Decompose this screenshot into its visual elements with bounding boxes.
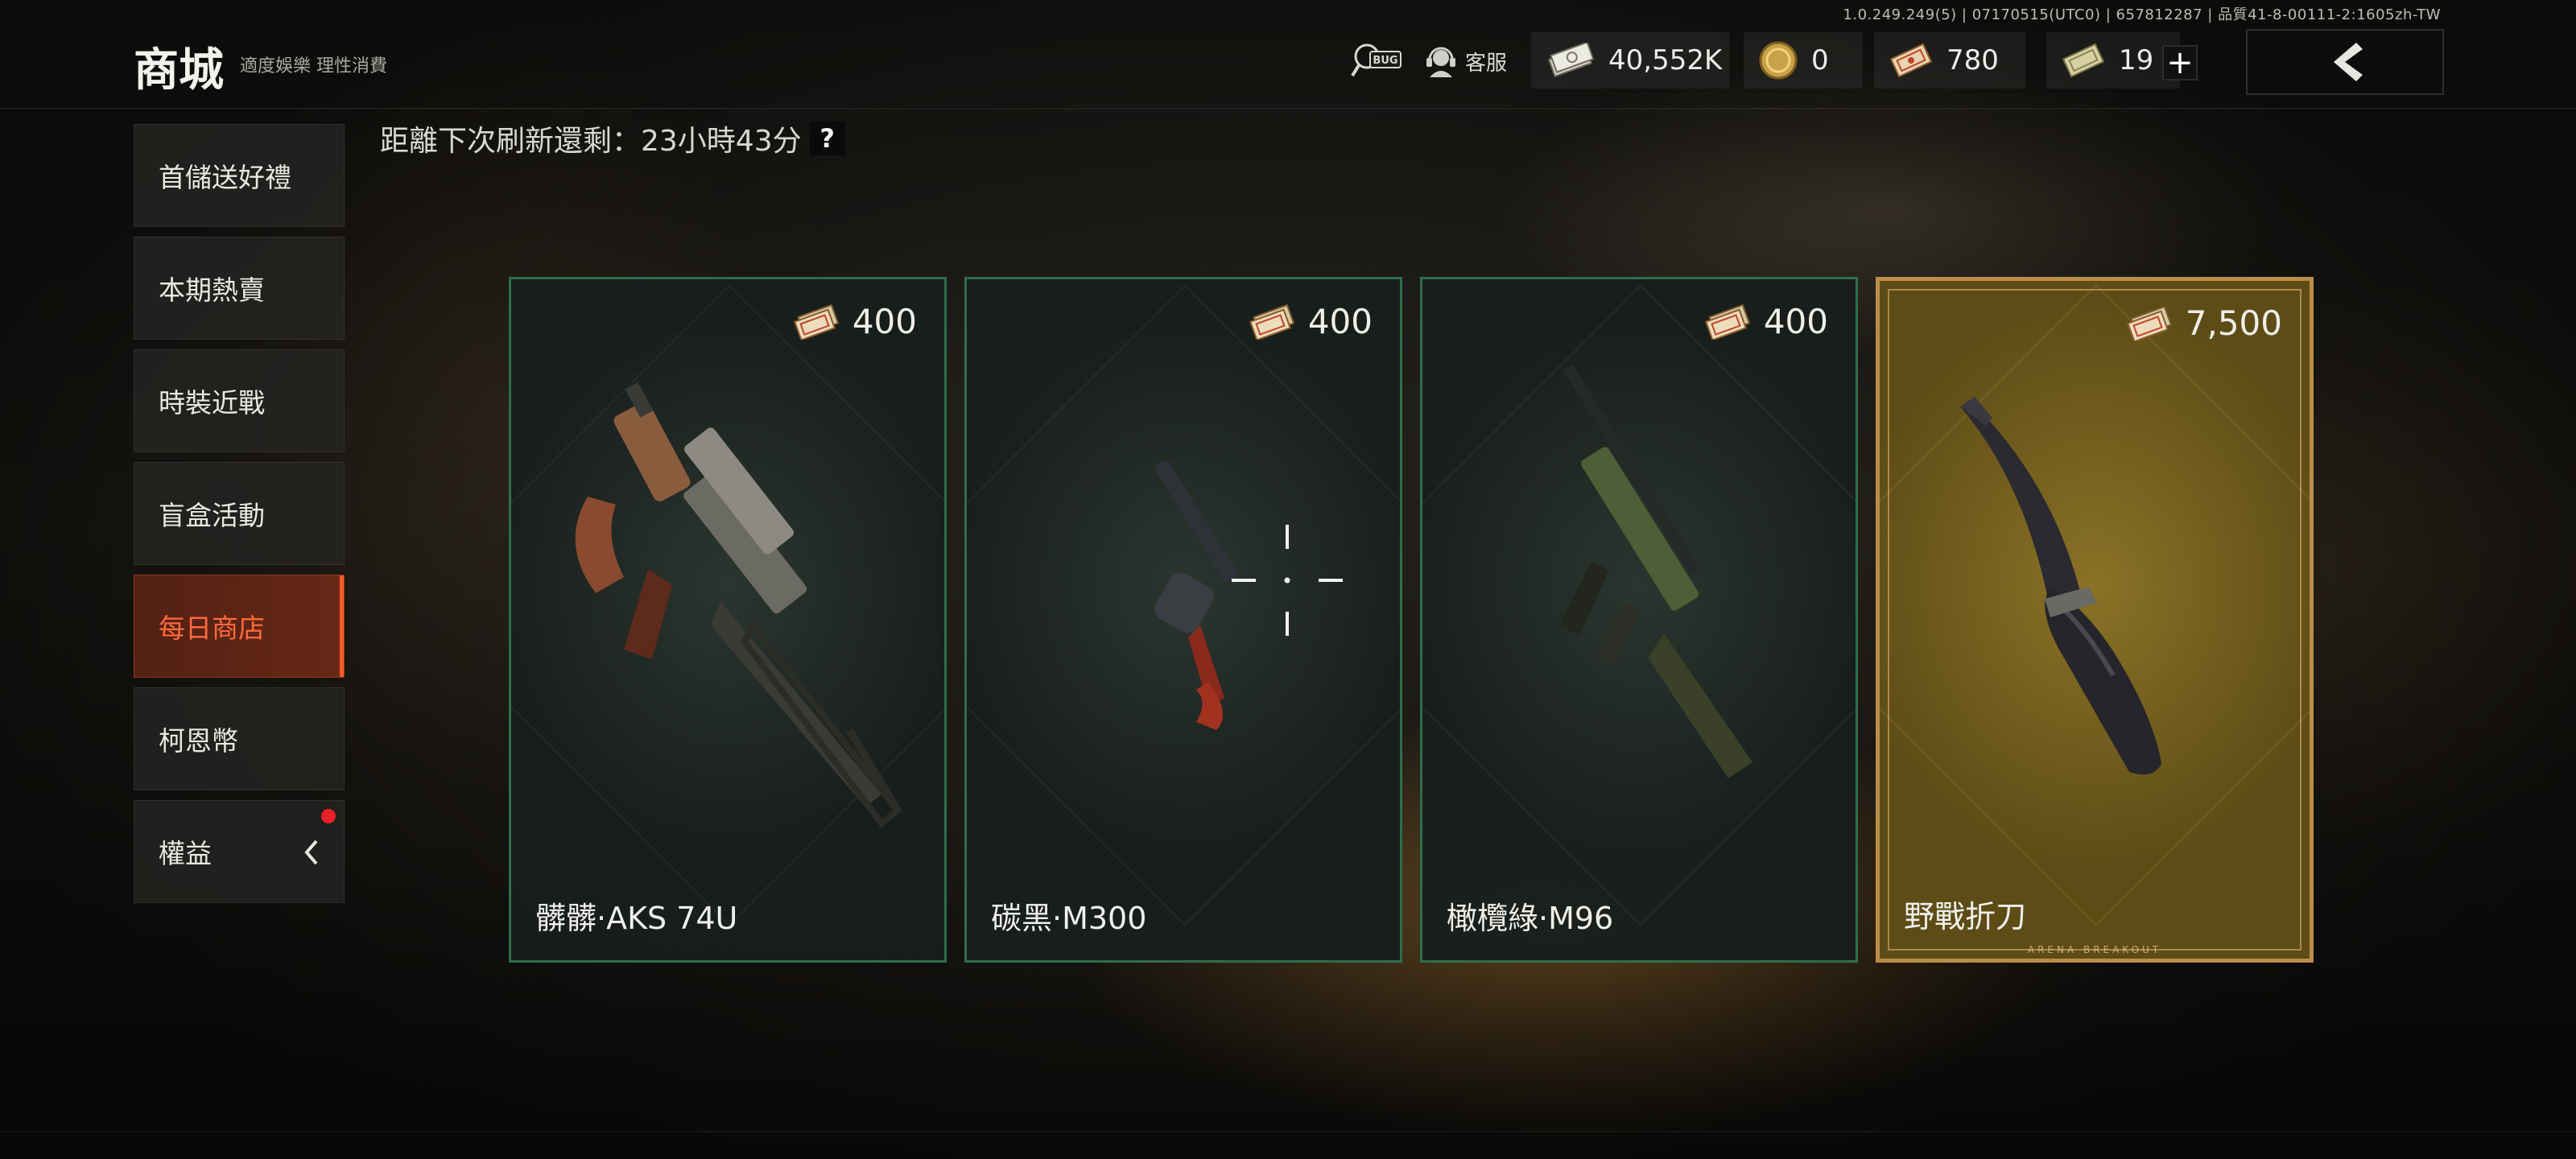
currency-gold[interactable]: 0 [1744, 32, 1863, 89]
aks74u-rifle-icon [575, 382, 902, 828]
headset-icon [1426, 47, 1455, 77]
shop-item-card-featured[interactable]: 7,500 野戰折刀 ARENA BREAKOUT [1876, 277, 2314, 963]
page-title: 商城 [134, 44, 224, 97]
customer-service-button[interactable]: 客服 [1423, 42, 1507, 80]
back-chevron-icon [2334, 43, 2363, 81]
currency-gold-value: 0 [1811, 44, 1829, 76]
back-button[interactable] [2246, 29, 2444, 95]
gold-coin-icon [1759, 41, 1798, 80]
notification-dot [321, 809, 336, 823]
item-price: 400 [1701, 302, 1828, 341]
shop-item-card[interactable]: 400 髒髒·AKS 74U [509, 277, 947, 963]
sidebar-item-blind-box[interactable]: 盲盒活動 [134, 462, 345, 565]
m96-rifle-icon [1559, 365, 1752, 778]
brand-watermark: ARENA BREAKOUT [2027, 944, 2162, 955]
crosshair-icon [1232, 525, 1343, 636]
currency-cash[interactable]: 40,552K [1531, 32, 1729, 89]
version-info: 1.0.249.249(5) | 07170515(UTC0) | 657812… [1843, 6, 2441, 23]
chevron-left-icon [304, 839, 318, 865]
item-name: 髒髒·AKS 74U [535, 901, 738, 936]
currency-voucher-value: 780 [1946, 44, 1999, 76]
sidebar-item-daily-shop[interactable]: 每日商店 [134, 575, 345, 678]
bug-report-button[interactable]: BUG [1351, 40, 1402, 80]
item-price: 7,500 [2123, 303, 2282, 343]
sidebar-item-label: 本期熱賣 [159, 274, 265, 306]
page-subtitle: 適度娛樂 理性消費 [240, 56, 387, 76]
voucher-ticket-icon [793, 303, 840, 340]
sidebar-item-label: 柯恩幣 [159, 725, 238, 757]
item-price: 400 [1245, 302, 1373, 341]
bug-magnifier-icon: BUG [1351, 43, 1402, 77]
shop-item-card[interactable]: 400 橄欖綠·M96 [1420, 277, 1858, 963]
plus-icon: + [2166, 44, 2194, 81]
refresh-countdown: 距離下次刷新還剩：23小時43分 ? [380, 118, 845, 159]
item-price-value: 400 [1763, 302, 1828, 341]
sidebar-item-hot-sale[interactable]: 本期熱賣 [134, 237, 345, 340]
sidebar-item-label: 每日商店 [159, 612, 265, 644]
sidebar-item-fashion-melee[interactable]: 時裝近戰 [134, 349, 345, 452]
item-name: 碳黑·M300 [991, 901, 1147, 936]
item-price-value: 400 [1307, 302, 1373, 341]
sidebar-item-label: 權益 [159, 838, 212, 869]
customer-service-label: 客服 [1465, 51, 1508, 76]
voucher-ticket-icon [2126, 305, 2173, 341]
sidebar-item-benefits[interactable]: 權益 [134, 800, 345, 903]
item-price-value: 7,500 [2185, 303, 2282, 343]
voucher-ticket-icon [1249, 303, 1295, 340]
sidebar-item-label: 首儲送好禮 [159, 162, 291, 193]
currency-cash-value: 40,552K [1608, 44, 1723, 76]
sidebar-item-koen-coin[interactable]: 柯恩幣 [134, 687, 345, 790]
item-price-value: 400 [852, 302, 917, 341]
sidebar-item-label: 盲盒活動 [159, 500, 265, 531]
currency-voucher[interactable]: 780 [1874, 32, 2025, 89]
footer-divider [0, 1131, 2576, 1132]
bug-label: BUG [1373, 55, 1397, 67]
currency-bond-value: 19 [2119, 44, 2154, 76]
cash-stack-icon [1547, 43, 1595, 78]
currency-bond[interactable]: 19 [2046, 32, 2180, 89]
voucher-ticket-icon [1889, 43, 1933, 78]
item-name: 野戰折刀 [1904, 899, 2027, 934]
bond-icon [2062, 43, 2105, 78]
sidebar-item-first-deposit[interactable]: 首儲送好禮 [134, 124, 345, 227]
item-name: 橄欖綠·M96 [1447, 901, 1614, 936]
sidebar-item-label: 時裝近戰 [159, 387, 265, 419]
header-divider [0, 108, 2576, 109]
refresh-countdown-text: 距離下次刷新還剩：23小時43分 [380, 125, 802, 158]
voucher-ticket-icon [1704, 303, 1751, 340]
folding-knife-icon [1960, 397, 2161, 775]
item-price: 400 [790, 302, 917, 341]
add-currency-button[interactable]: + [2162, 45, 2198, 80]
help-button[interactable]: ? [809, 122, 845, 155]
